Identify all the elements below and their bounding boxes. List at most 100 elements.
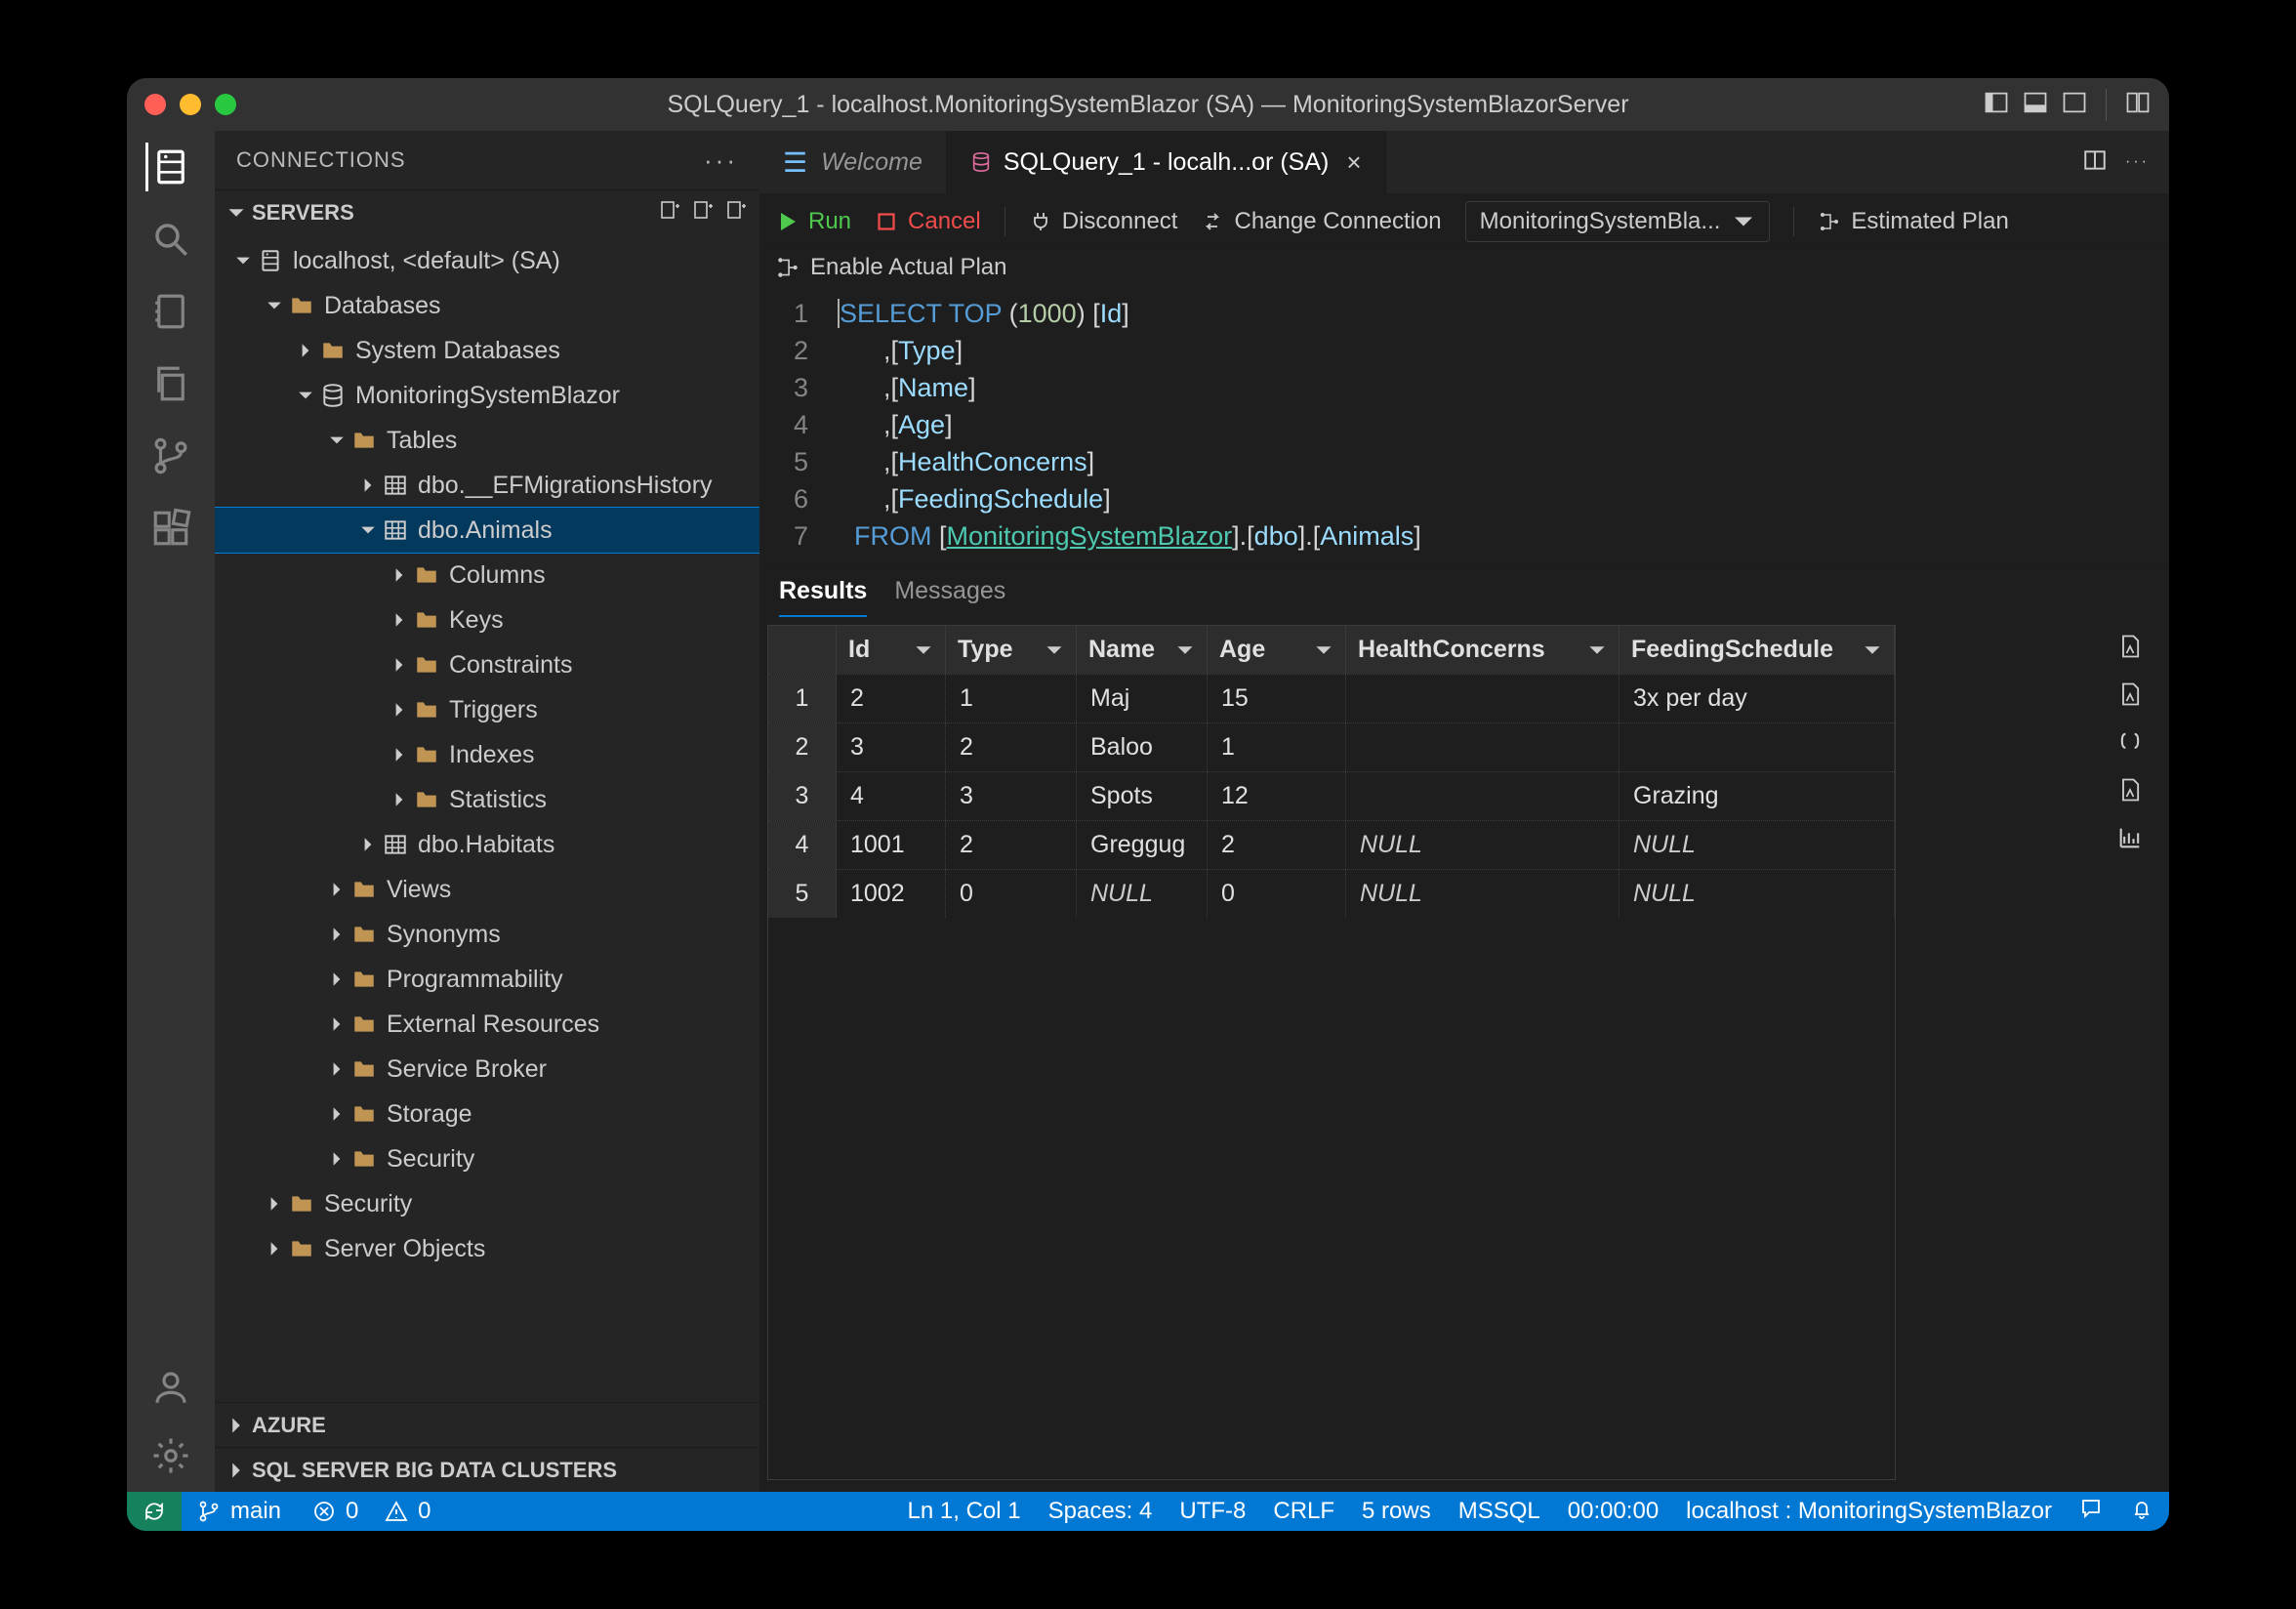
- table-cell[interactable]: NULL: [1346, 870, 1620, 918]
- table-cell[interactable]: 2: [837, 675, 946, 722]
- table-cell[interactable]: 3: [768, 772, 837, 820]
- cursor-position[interactable]: Ln 1, Col 1: [908, 1498, 1021, 1525]
- code-content[interactable]: SELECT TOP (1000) [Id] ,[Type] ,[Name] ,…: [830, 295, 1421, 555]
- refresh-servers-icon[interactable]: [724, 198, 748, 227]
- section-bigdata[interactable]: SQL SERVER BIG DATA CLUSTERS: [215, 1447, 759, 1492]
- tree-keys[interactable]: Keys: [215, 598, 759, 642]
- code-editor[interactable]: 1234567 SELECT TOP (1000) [Id] ,[Type] ,…: [759, 291, 2169, 555]
- table-cell[interactable]: NULL: [1620, 870, 1895, 918]
- column-header[interactable]: HealthConcerns: [1346, 626, 1620, 674]
- results-grid[interactable]: IdTypeNameAgeHealthConcernsFeedingSchedu…: [767, 625, 1896, 1480]
- account-icon[interactable]: [146, 1363, 195, 1412]
- remote-indicator[interactable]: [127, 1492, 182, 1531]
- table-row[interactable]: 343Spots12Grazing: [768, 771, 1895, 820]
- tree-constraints[interactable]: Constraints: [215, 642, 759, 687]
- table-cell[interactable]: 3x per day: [1620, 675, 1895, 722]
- editor-more-icon[interactable]: ···: [2125, 153, 2150, 171]
- language-status[interactable]: MSSQL: [1458, 1498, 1540, 1525]
- tree-security[interactable]: Security: [215, 1181, 759, 1226]
- tab-welcome[interactable]: ☰Welcome: [759, 131, 947, 193]
- layout-grid-icon[interactable]: [2124, 89, 2152, 121]
- elapsed-status[interactable]: 00:00:00: [1568, 1498, 1659, 1525]
- search-view-icon[interactable]: [146, 215, 195, 264]
- new-group-icon[interactable]: [691, 198, 715, 227]
- source-control-view-icon[interactable]: [146, 432, 195, 480]
- close-tab-icon[interactable]: ×: [1346, 147, 1361, 178]
- tree-userdb[interactable]: MonitoringSystemBlazor: [215, 373, 759, 418]
- messages-tab[interactable]: Messages: [894, 577, 1005, 617]
- results-tab[interactable]: Results: [779, 577, 867, 617]
- chart-icon[interactable]: [2116, 824, 2144, 856]
- table-cell[interactable]: Grazing: [1620, 772, 1895, 820]
- section-servers[interactable]: SERVERS: [215, 189, 759, 234]
- problems-status[interactable]: 0 0: [297, 1492, 446, 1531]
- run-button[interactable]: Run: [775, 208, 851, 235]
- tree-animals[interactable]: dbo.Animals: [215, 508, 759, 553]
- table-cell[interactable]: 4: [837, 772, 946, 820]
- save-json-icon[interactable]: [2116, 728, 2144, 761]
- minimize-window[interactable]: [180, 94, 201, 115]
- tree-indexes[interactable]: Indexes: [215, 732, 759, 777]
- table-cell[interactable]: 2: [1208, 821, 1346, 869]
- sidebar-more-icon[interactable]: ···: [704, 145, 738, 176]
- table-cell[interactable]: [1346, 675, 1620, 722]
- indent-status[interactable]: Spaces: 4: [1048, 1498, 1153, 1525]
- disconnect-button[interactable]: Disconnect: [1029, 208, 1178, 235]
- feedback-icon[interactable]: [2079, 1497, 2103, 1527]
- table-cell[interactable]: 2: [946, 723, 1077, 771]
- table-cell[interactable]: Greggug: [1077, 821, 1208, 869]
- table-cell[interactable]: NULL: [1620, 821, 1895, 869]
- cancel-button[interactable]: Cancel: [875, 208, 981, 235]
- table-cell[interactable]: Maj: [1077, 675, 1208, 722]
- tree-databases[interactable]: Databases: [215, 283, 759, 328]
- tree-extres[interactable]: External Resources: [215, 1002, 759, 1047]
- table-cell[interactable]: Baloo: [1077, 723, 1208, 771]
- column-header[interactable]: Name: [1077, 626, 1208, 674]
- table-cell[interactable]: [1620, 723, 1895, 771]
- table-cell[interactable]: 1: [946, 675, 1077, 722]
- database-select[interactable]: MonitoringSystemBla...: [1465, 201, 1771, 242]
- layout-panel-icon[interactable]: [2022, 89, 2049, 121]
- table-row[interactable]: 232Baloo1: [768, 722, 1895, 771]
- estimated-plan-button[interactable]: Estimated Plan: [1818, 208, 2008, 235]
- tree-systemdb[interactable]: System Databases: [215, 328, 759, 373]
- column-header[interactable]: [768, 626, 837, 674]
- save-xml-icon[interactable]: [2116, 776, 2144, 808]
- table-cell[interactable]: 0: [946, 870, 1077, 918]
- tree-tables[interactable]: Tables: [215, 418, 759, 463]
- column-header[interactable]: FeedingSchedule: [1620, 626, 1895, 674]
- row-count-status[interactable]: 5 rows: [1362, 1498, 1431, 1525]
- tree-columns[interactable]: Columns: [215, 553, 759, 598]
- table-cell[interactable]: [1346, 772, 1620, 820]
- connections-view-icon[interactable]: [145, 143, 194, 191]
- enable-actual-plan-button[interactable]: Enable Actual Plan: [775, 254, 1006, 281]
- table-cell[interactable]: 2: [768, 723, 837, 771]
- save-excel-icon[interactable]: [2116, 681, 2144, 713]
- table-cell[interactable]: 1001: [837, 821, 946, 869]
- extensions-view-icon[interactable]: [146, 504, 195, 553]
- maximize-window[interactable]: [215, 94, 236, 115]
- table-cell[interactable]: 5: [768, 870, 837, 918]
- tree-synonyms[interactable]: Synonyms: [215, 912, 759, 957]
- bell-icon[interactable]: [2130, 1497, 2153, 1527]
- tree-triggers[interactable]: Triggers: [215, 687, 759, 732]
- tree-habitats[interactable]: dbo.Habitats: [215, 822, 759, 867]
- column-header[interactable]: Id: [837, 626, 946, 674]
- table-cell[interactable]: 3: [946, 772, 1077, 820]
- table-cell[interactable]: 15: [1208, 675, 1346, 722]
- table-cell[interactable]: 1: [768, 675, 837, 722]
- encoding-status[interactable]: UTF-8: [1179, 1498, 1246, 1525]
- split-editor-icon[interactable]: [2082, 147, 2108, 178]
- tree-storage[interactable]: Storage: [215, 1092, 759, 1136]
- tree-securitydb[interactable]: Security: [215, 1136, 759, 1181]
- tree-statistics[interactable]: Statistics: [215, 777, 759, 822]
- eol-status[interactable]: CRLF: [1273, 1498, 1334, 1525]
- notebooks-view-icon[interactable]: [146, 287, 195, 336]
- new-connection-icon[interactable]: [658, 198, 681, 227]
- settings-gear-icon[interactable]: [146, 1431, 195, 1480]
- branch-status[interactable]: main: [182, 1492, 297, 1531]
- table-cell[interactable]: 2: [946, 821, 1077, 869]
- tree-views[interactable]: Views: [215, 867, 759, 912]
- tree-migrations[interactable]: dbo.__EFMigrationsHistory: [215, 463, 759, 508]
- column-header[interactable]: Age: [1208, 626, 1346, 674]
